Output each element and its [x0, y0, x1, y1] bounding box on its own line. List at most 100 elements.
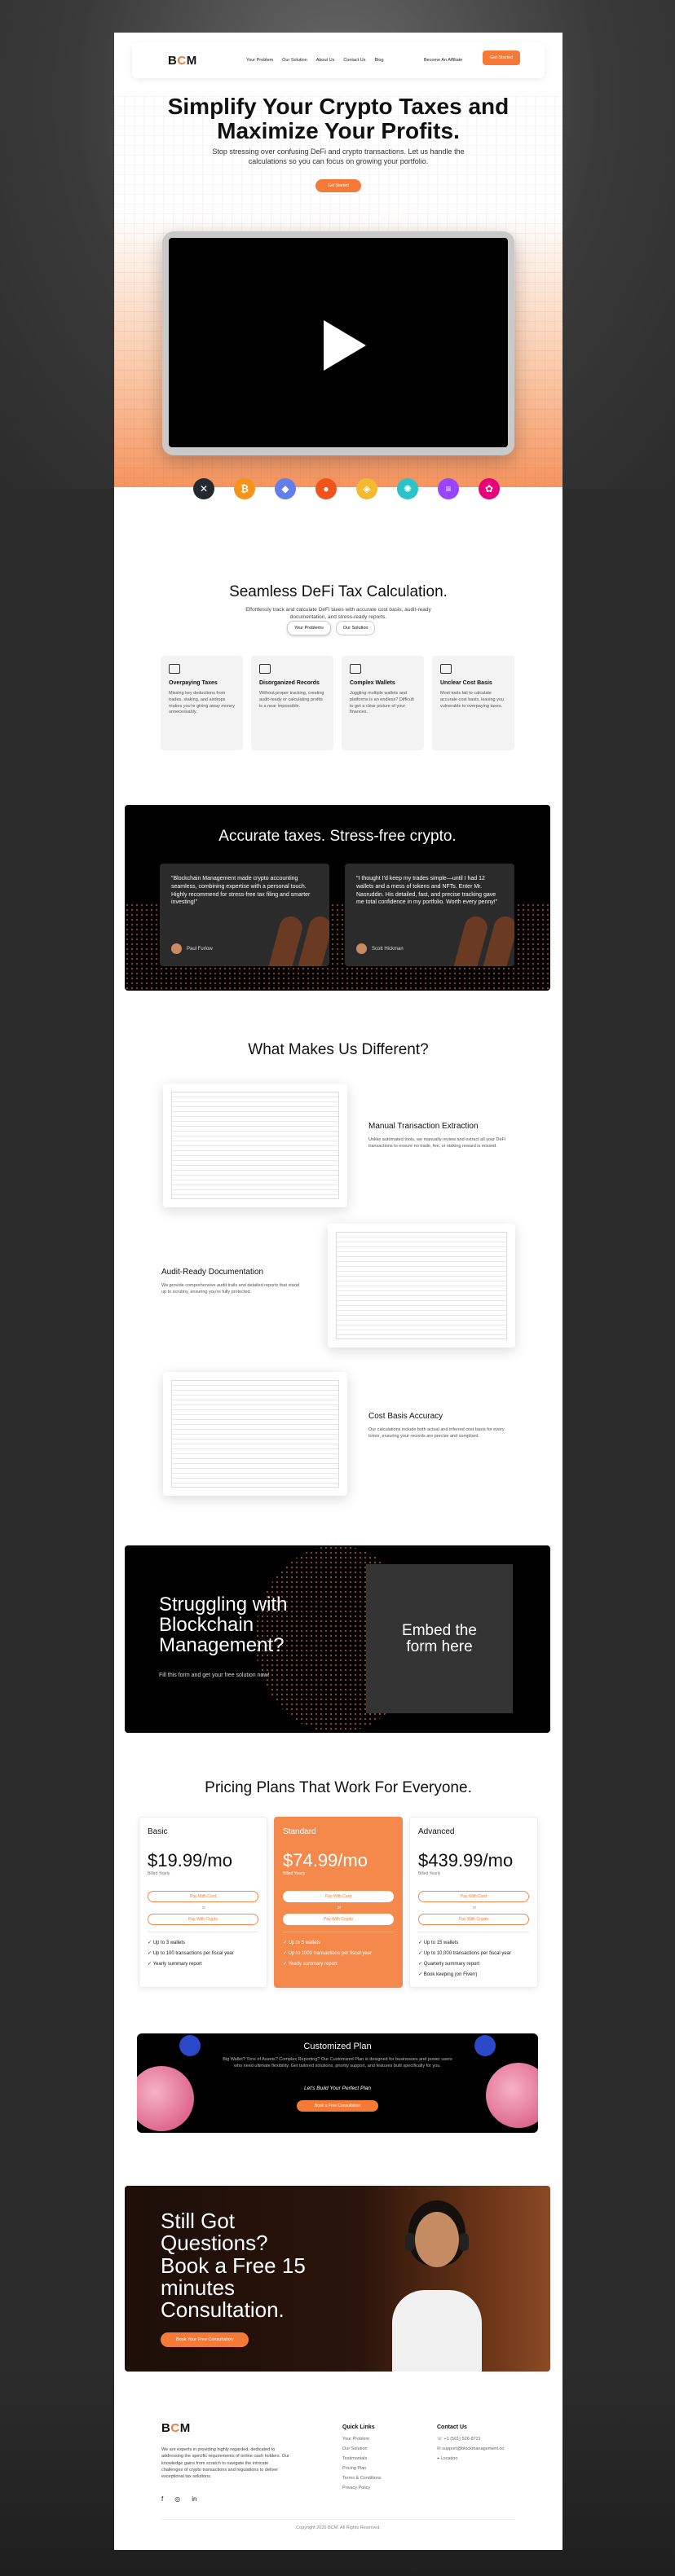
quick-links-title: Quick Links: [342, 2424, 375, 2430]
coin-stack-icon: [440, 664, 452, 674]
feature-text: Up to 3 wallets: [152, 1941, 186, 1945]
title-line: Consultation.: [161, 2297, 285, 2323]
get-started-nav-button[interactable]: Get Started: [483, 51, 521, 65]
check-icon: ✓: [418, 1941, 424, 1945]
testimonial-author: Scott Hickman: [356, 943, 404, 954]
nav-link-contact[interactable]: Contact Us: [343, 58, 365, 63]
plan-price: $19.99/mo: [148, 1850, 232, 1870]
plan-price: $74.99/mo: [283, 1850, 368, 1870]
instagram-icon[interactable]: ◎: [174, 2495, 180, 2503]
feature-screenshot: [163, 1372, 347, 1496]
polkadot-icon: ✿: [479, 478, 500, 499]
face: [415, 2212, 459, 2267]
tab-your-problems[interactable]: Your Problems: [287, 621, 331, 635]
footer-link[interactable]: Pricing Plan: [342, 2466, 382, 2471]
hero-title: Simplify Your Crypto Taxes and Maximize …: [114, 94, 562, 143]
footer-link[interactable]: Your Problem: [342, 2437, 382, 2442]
problem-card: Overpaying Taxes Missing key deductions f…: [161, 656, 243, 750]
feature-desc: Our calculations include both actual and…: [368, 1427, 505, 1439]
nav-link-blog[interactable]: Blog: [375, 58, 384, 63]
pay-with-crypto-button[interactable]: Pay With Crypto: [148, 1914, 258, 1925]
feature-title: Audit-Ready Documentation: [161, 1268, 264, 1277]
nav-link-solution[interactable]: Our Solution: [282, 58, 307, 63]
phone-text: +1 (561) 526-8721: [443, 2437, 481, 2442]
plan-name: Basic: [148, 1827, 168, 1836]
play-icon[interactable]: [324, 320, 366, 371]
logo-c: C: [177, 53, 187, 68]
testimonial-quote: "I thought I'd keep my trades simple—unt…: [356, 876, 498, 906]
hero-title-line1: Simplify Your Crypto Taxes and: [167, 94, 510, 119]
card-desc: Most tools fail to calculate accurate co…: [440, 691, 504, 709]
defi-tabs: Your Problems Our Solution: [287, 621, 376, 635]
check-icon: ✓: [418, 1951, 424, 1956]
phone-row[interactable]: ☏ +1 (561) 526-8721: [437, 2437, 504, 2442]
footer-link[interactable]: Privacy Policy: [342, 2486, 382, 2490]
form-section-title: Struggling with Blockchain Management?: [159, 1594, 314, 1656]
affiliate-link[interactable]: Become An Affiliate: [424, 58, 462, 63]
plan-card-basic: Basic $19.99/mo Billed Yearly Pay With Card…: [139, 1817, 267, 1988]
book-consultation-button[interactable]: Book Your Free Consultation: [161, 2332, 249, 2347]
card-desc: Missing key deductions from trades, stak…: [169, 691, 235, 715]
shirt: [392, 2290, 482, 2372]
title-line: minutes: [161, 2275, 236, 2300]
email-row[interactable]: ✉ support@blockmanagement.co: [437, 2446, 504, 2451]
logo[interactable]: BCM: [168, 54, 197, 68]
spreadsheet-image: [171, 1380, 339, 1488]
email-text: support@blockmanagement.co: [442, 2446, 505, 2451]
tab-our-solution[interactable]: Our Solution: [335, 621, 376, 635]
contact-title: Contact Us: [437, 2424, 467, 2430]
chainlink-icon: ✺: [397, 478, 418, 499]
coin-badge-icon: [137, 2066, 194, 2131]
nav-link-about[interactable]: About Us: [316, 58, 335, 63]
footer-logo[interactable]: BCM: [161, 2421, 191, 2435]
problem-card: Complex Wallets Juggling multiple wallets…: [342, 656, 424, 750]
testimonial-quote: "Blockchain Management made crypto accou…: [171, 876, 311, 906]
check-icon: ✓: [418, 1972, 424, 1977]
social-links: f ◎ in: [161, 2495, 196, 2503]
facebook-icon[interactable]: f: [161, 2495, 163, 2503]
feature-text: Yearly summary report: [288, 1962, 338, 1967]
different-title: What Makes Us Different?: [248, 1041, 429, 1058]
pay-with-crypto-button[interactable]: Pay With Crypto: [418, 1914, 529, 1925]
card-desc: Juggling multiple wallets and platforms …: [350, 691, 414, 715]
consultant-photo: [384, 2200, 490, 2372]
or-divider: or: [472, 1906, 477, 1910]
pay-with-card-button[interactable]: Pay With Card: [283, 1891, 394, 1902]
copyright: Copyright 2025 BCM. All Rights Reserved.: [296, 2525, 381, 2530]
feature-text: Up to 15 wallets: [423, 1941, 459, 1945]
logo-b: B: [161, 2421, 171, 2435]
solana-icon: ≡: [438, 478, 459, 499]
feature-text: Quarterly summary report: [423, 1962, 480, 1967]
check-icon: ✓: [283, 1962, 289, 1967]
location-row[interactable]: ⌖ Location: [437, 2456, 504, 2462]
feature-screenshot: [163, 1084, 347, 1207]
linkedin-icon[interactable]: in: [192, 2495, 196, 2503]
feature-text: Yearly summary report: [152, 1962, 202, 1967]
form-section: Struggling with Blockchain Management? F…: [125, 1545, 550, 1733]
footer-link[interactable]: Terms & Conditions: [342, 2476, 382, 2481]
pay-with-card-button[interactable]: Pay With Card: [418, 1891, 529, 1902]
logo-c: C: [170, 2421, 180, 2435]
pay-with-crypto-button[interactable]: Pay With Crypto: [283, 1914, 394, 1925]
headset-icon: [405, 2233, 415, 2251]
hero-get-started-button[interactable]: Get Started: [315, 179, 361, 192]
plan-billing: Billed Yearly: [283, 1871, 306, 1876]
logo-m: M: [186, 53, 197, 68]
pay-with-card-button[interactable]: Pay With Card: [148, 1891, 258, 1902]
title-line: Blockchain: [159, 1614, 254, 1637]
feature-text: Up to 1000 transactions per fiscal year: [288, 1951, 373, 1956]
feature-text: Book keeping (on Fiverr): [423, 1972, 478, 1977]
feature-text: Up to 5 wallets: [288, 1941, 321, 1945]
footer-link[interactable]: Our Solution: [342, 2446, 382, 2451]
plan-feature: ✓ Yearly summary report: [148, 1961, 202, 1967]
nav-link-problem[interactable]: Your Problem: [246, 58, 273, 63]
custom-plan-button[interactable]: Book a Free Consultation: [297, 2100, 378, 2112]
footer-link[interactable]: Testimonials: [342, 2456, 382, 2461]
custom-plan-tagline: Let's Build Your Perfect Plan: [303, 2086, 372, 2091]
curved-arrow-icon: [359, 217, 383, 230]
plan-feature: ✓ Up to 3 wallets: [148, 1940, 185, 1945]
embed-form-placeholder[interactable]: Embed the form here: [366, 1564, 513, 1713]
plan-feature: ✓ Up to 15 wallets: [418, 1940, 458, 1945]
plan-billing: Billed Yearly: [148, 1871, 170, 1876]
feature-text: Up to 100 transactions per fiscal year: [152, 1951, 234, 1956]
